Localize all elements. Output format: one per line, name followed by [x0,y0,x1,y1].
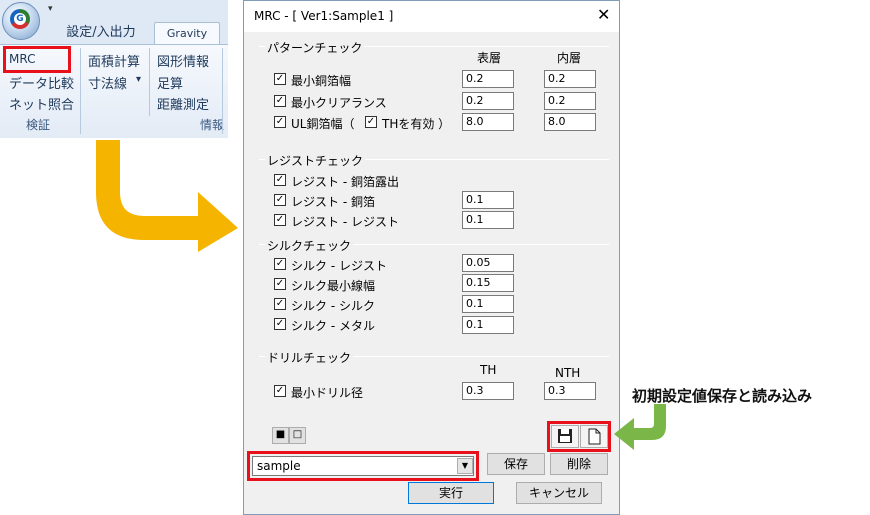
resist-resist-label: レジスト - レジスト [291,215,399,229]
min-clearance-surface-input[interactable]: 0.2 [462,92,514,110]
tab-gravity[interactable]: Gravity [154,22,220,44]
th-enable-label: THを有効 ） [382,117,451,131]
min-drill-label: 最小ドリル径 [291,386,364,400]
dimension-dropdown-icon[interactable]: ▾ [136,74,141,85]
dimension-line-button[interactable]: 寸法線 [88,73,127,92]
delete-button[interactable]: 削除 [550,453,608,475]
th-enable-checkbox[interactable]: ✓ [365,116,377,128]
resist-resist-input[interactable]: 0.1 [462,211,514,229]
col-header-th: TH [480,363,497,377]
load-settings-button[interactable] [580,425,608,448]
ul-copper-width-surface-input[interactable]: 8.0 [462,113,514,131]
check-all-button[interactable]: ■ [272,427,289,444]
shape-info-button[interactable]: 図形情報 [157,51,209,70]
min-drill-checkbox[interactable]: ✓ [274,385,286,397]
silk-resist-checkbox[interactable]: ✓ [274,258,286,270]
mrc-highlight [3,46,71,73]
new-file-icon [588,428,601,445]
pattern-check-heading: パターンチェック [265,39,365,56]
app-logo-letter: G [14,13,26,25]
silk-silk-label: シルク - シルク [291,299,375,313]
silk-check-heading: シルクチェック [265,237,354,254]
green-arrow-icon [614,404,666,450]
tab-settings-io[interactable]: 設定/入出力 [50,22,152,44]
min-copper-width-label: 最小銅箔幅 [291,74,352,88]
col-header-nth: NTH [555,366,581,380]
min-copper-width-inner-input[interactable]: 0.2 [544,70,596,88]
silk-silk-input[interactable]: 0.1 [462,295,514,313]
mrc-dialog: MRC - [ Ver1:Sample1 ] ✕ パターンチェック 表層 内層 … [243,0,620,515]
dropdown-arrow-icon[interactable]: ▼ [457,458,473,474]
silk-min-width-label: シルク最小線幅 [291,279,376,293]
min-copper-width-surface-input[interactable]: 0.2 [462,70,514,88]
resist-resist-checkbox[interactable]: ✓ [274,214,286,226]
preset-select[interactable]: sample ▼ [252,456,474,476]
run-button[interactable]: 実行 [408,482,494,504]
sum-button[interactable]: 足算 [157,73,183,92]
data-compare-button[interactable]: データ比較 [9,73,74,92]
silk-resist-input[interactable]: 0.05 [462,254,514,272]
resist-copper-exposed-label: レジスト - 銅箔露出 [291,175,399,189]
col-header-inner: 内層 [557,51,582,65]
save-icon [558,429,572,443]
min-drill-nth-input[interactable]: 0.3 [544,382,596,400]
resist-copper-checkbox[interactable]: ✓ [274,194,286,206]
col-header-surface: 表層 [477,51,502,65]
min-clearance-inner-input[interactable]: 0.2 [544,92,596,110]
group-separator [80,48,81,134]
group-label-info: 情報 [200,118,225,132]
silk-resist-label: シルク - レジスト [291,259,387,273]
silk-silk-checkbox[interactable]: ✓ [274,298,286,310]
min-clearance-label: 最小クリアランス [291,96,387,110]
distance-measure-button[interactable]: 距離測定 [157,94,209,113]
cancel-button[interactable]: キャンセル [516,482,602,504]
quick-access-dropdown-icon[interactable]: ▾ [48,4,53,14]
min-clearance-checkbox[interactable]: ✓ [274,95,286,107]
ul-copper-width-inner-input[interactable]: 8.0 [544,113,596,131]
min-drill-th-input[interactable]: 0.3 [462,382,514,400]
silk-metal-checkbox[interactable]: ✓ [274,318,286,330]
silk-metal-input[interactable]: 0.1 [462,316,514,334]
annotation-caption: 初期設定値保存と読み込み [632,387,813,405]
silk-min-width-checkbox[interactable]: ✓ [274,278,286,290]
close-icon[interactable]: ✕ [597,7,610,23]
group-separator [149,48,150,116]
area-calc-button[interactable]: 面積計算 [88,51,140,70]
drill-check-heading: ドリルチェック [265,349,354,366]
silk-min-width-input[interactable]: 0.15 [462,274,514,292]
resist-check-heading: レジストチェック [265,152,366,169]
resist-copper-exposed-checkbox[interactable]: ✓ [274,174,286,186]
dialog-title: MRC - [ Ver1:Sample1 ] [254,9,394,23]
yellow-arrow-icon [96,140,238,252]
ul-copper-width-checkbox[interactable]: ✓ [274,116,286,128]
resist-copper-input[interactable]: 0.1 [462,191,514,209]
save-settings-button[interactable] [551,425,579,448]
uncheck-all-button[interactable]: □ [289,427,306,444]
group-separator [222,48,223,134]
save-button[interactable]: 保存 [487,453,545,475]
ribbon: G ▾ 設定/入出力 Gravity MRC データ比較 ネット照合 検証 面積… [0,0,228,138]
preset-select-value: sample [257,459,301,473]
group-label-verify: 検証 [26,118,51,132]
silk-metal-label: シルク - メタル [291,319,375,333]
net-check-button[interactable]: ネット照合 [9,94,74,113]
ul-copper-width-label: UL銅箔幅（ [291,117,355,131]
min-copper-width-checkbox[interactable]: ✓ [274,73,286,85]
resist-copper-label: レジスト - 銅箔 [291,195,375,209]
